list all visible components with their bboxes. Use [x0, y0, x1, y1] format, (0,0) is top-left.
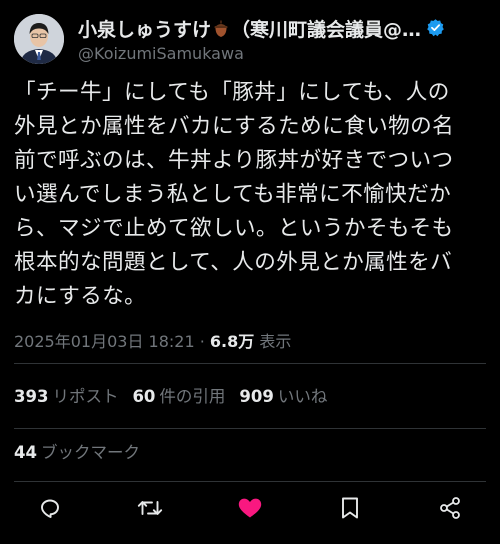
tweet-line: 前で呼ぶのは、牛丼より豚丼が好きでついつ — [14, 148, 454, 173]
display-name[interactable]: 小泉しゅうすけ （寒川町議会議員@… — [78, 15, 421, 43]
timestamp[interactable]: 2025年01月03日 18:21 — [14, 332, 195, 351]
tweet-line: 「チー牛」にしても「豚丼」にしても、人の — [14, 80, 450, 105]
like-button[interactable] — [236, 494, 264, 522]
likes-label: いいね — [277, 387, 328, 406]
quotes-count: 60 — [132, 387, 156, 406]
bookmark-icon — [342, 497, 358, 519]
tweet-header: 小泉しゅうすけ （寒川町議会議員@… @KoizumiSamukawa — [14, 14, 486, 66]
reply-icon — [41, 499, 59, 518]
verified-badge-icon — [426, 18, 445, 41]
tweet-line: ら、マジで止めて欲しい。というかそもそも — [14, 216, 454, 241]
likes-stat[interactable]: 909 いいね — [239, 387, 341, 406]
tweet-line: カにするな。 — [14, 284, 147, 309]
engagement-stats: 393 リポスト 60 件の引用 909 いいね — [14, 383, 341, 411]
display-name-row[interactable]: 小泉しゅうすけ （寒川町議会議員@… — [78, 16, 484, 42]
handle[interactable]: @KoizumiSamukawa — [78, 44, 484, 64]
share-icon — [440, 497, 460, 519]
reposts-count: 393 — [14, 387, 49, 406]
tweet-line: 外見とか属性をバカにするために食い物の名 — [14, 114, 455, 139]
avatar[interactable] — [14, 14, 64, 64]
bookmarks-label: ブックマーク — [40, 443, 140, 462]
tweet-line: い選んでしまう私としても非常に不愉快だか — [14, 182, 452, 207]
divider — [14, 481, 486, 482]
views-label: 表示 — [254, 332, 292, 351]
reposts-label: リポスト — [52, 387, 119, 406]
bookmark-button[interactable] — [336, 494, 364, 522]
tweet-body: 「チー牛」にしても「豚丼」にしても、人の 外見とか属性をバカにするために食い物の… — [14, 76, 488, 314]
author-names: 小泉しゅうすけ （寒川町議会議員@… @KoizumiSamukawa — [78, 16, 484, 64]
likes-count: 909 — [239, 387, 274, 406]
tweet-meta: 2025年01月03日 18:21 · 6.8万 表示 — [14, 330, 291, 354]
reply-button[interactable] — [36, 494, 64, 522]
retweet-button[interactable] — [136, 494, 164, 522]
views-count[interactable]: 6.8万 — [210, 332, 254, 351]
retweet-icon — [137, 501, 163, 515]
like-icon — [238, 498, 262, 518]
quotes-stat[interactable]: 60 件の引用 — [132, 387, 239, 406]
divider — [14, 363, 486, 364]
tweet-line: 根本的な問題として、人の外見とか属性をバ — [14, 250, 453, 275]
acorn-icon — [212, 20, 230, 43]
display-name-prefix: 小泉しゅうすけ — [78, 19, 212, 41]
meta-separator: · — [194, 332, 210, 351]
reposts-stat[interactable]: 393 リポスト — [14, 387, 132, 406]
divider — [14, 428, 486, 429]
share-button[interactable] — [436, 494, 464, 522]
bookmarks-stat[interactable]: 44 ブックマーク — [14, 439, 140, 467]
bookmarks-count: 44 — [14, 443, 37, 462]
quotes-label: 件の引用 — [159, 387, 226, 406]
action-bar — [0, 490, 500, 526]
display-name-suffix: （寒川町議会議員@… — [231, 19, 422, 41]
